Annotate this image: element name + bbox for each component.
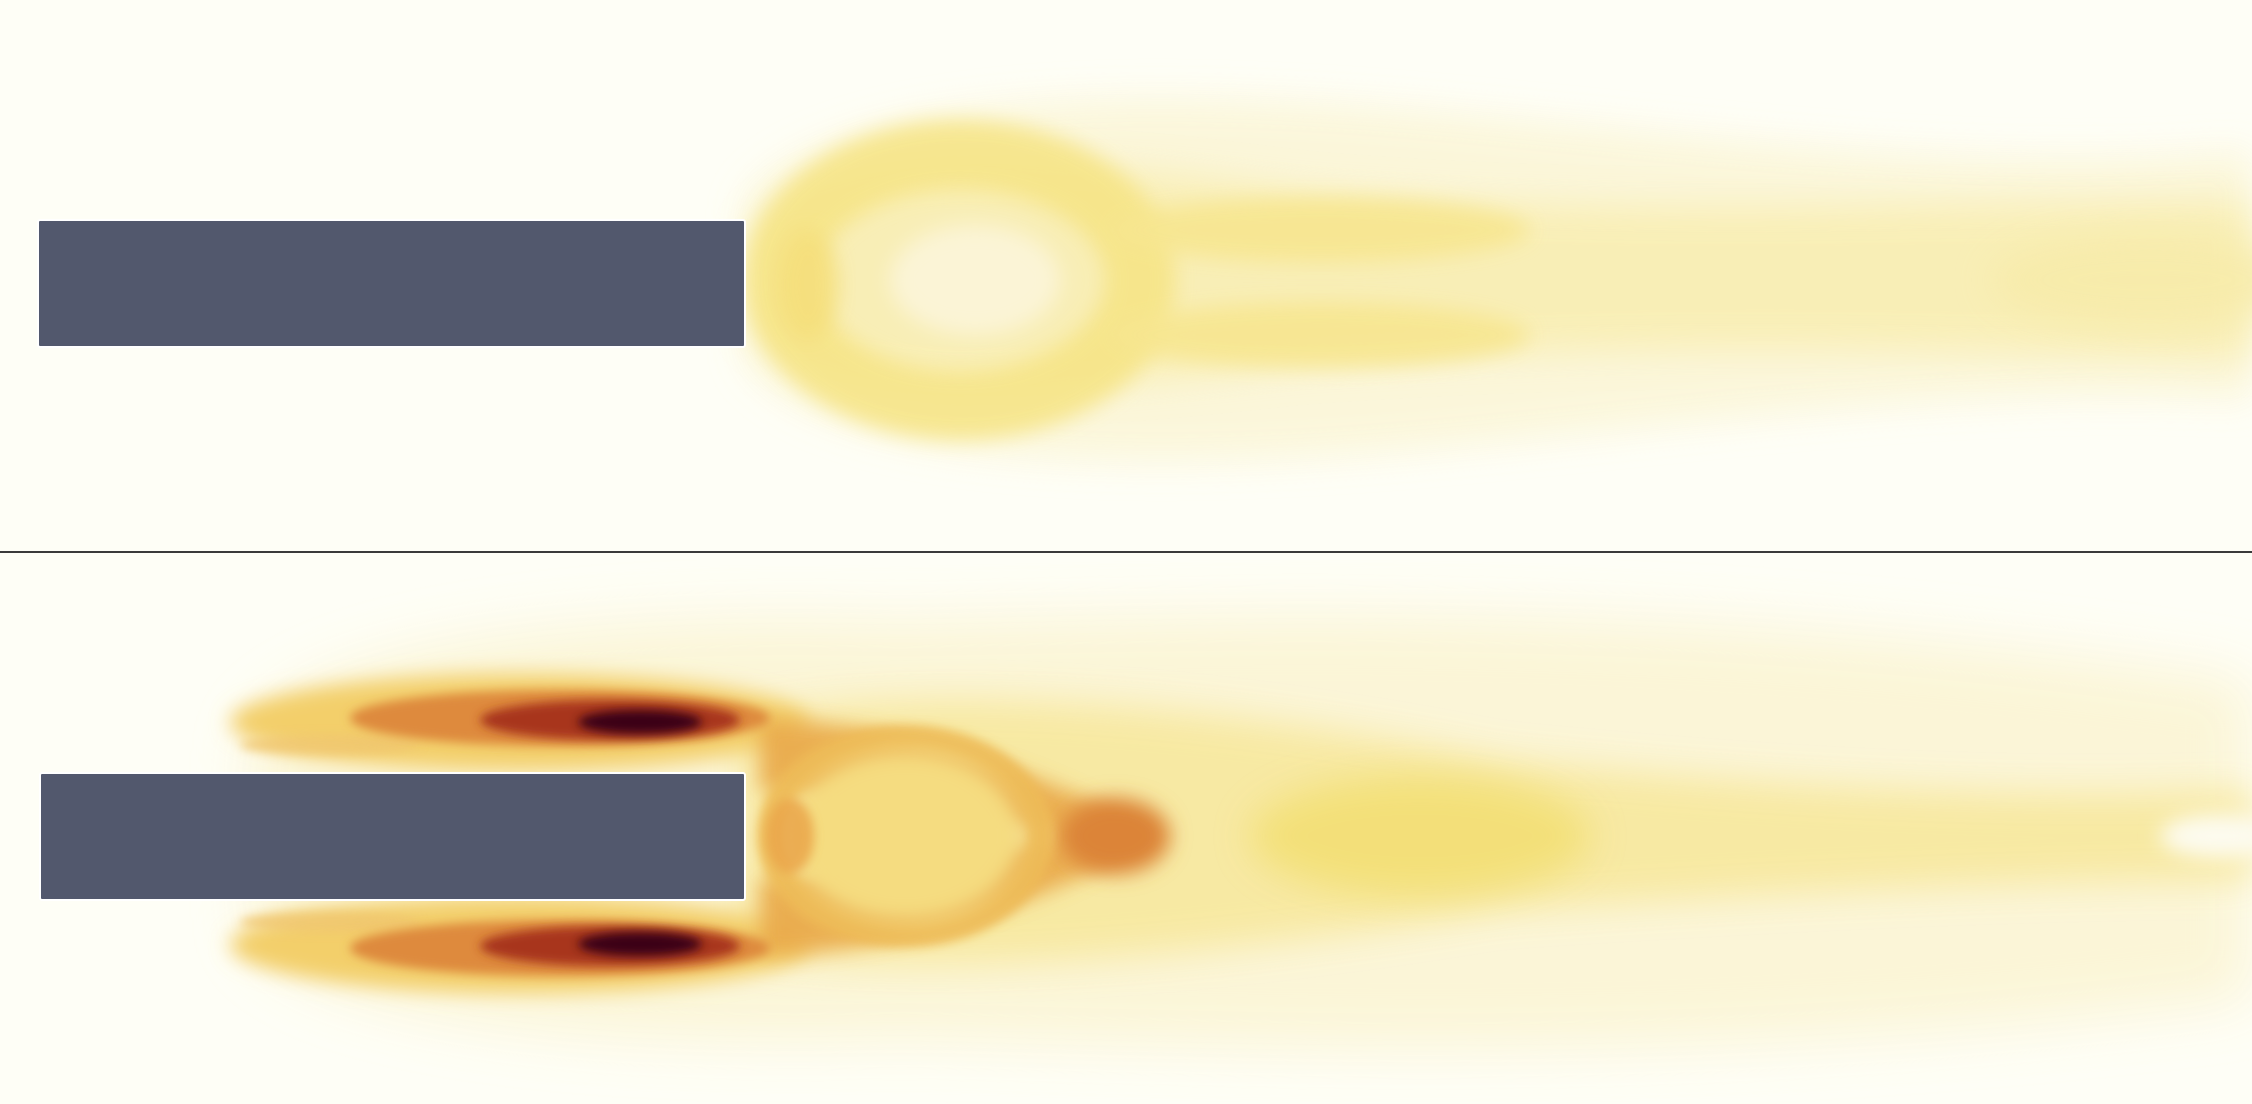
- top-nose: [778, 230, 838, 340]
- bottom-wall-curl: [766, 798, 814, 874]
- bottom-upper-arm-peak: [578, 710, 702, 734]
- bottom-downstream-core: [1250, 776, 1590, 896]
- bottom-lower-arm-tip: [240, 912, 420, 932]
- bottom-lower-arm-peak: [578, 932, 702, 956]
- bottom-obstacle: [39, 772, 746, 901]
- top-head-core: [890, 225, 1060, 335]
- top-obstacle: [37, 219, 746, 348]
- bottom-v-tip: [1060, 798, 1170, 874]
- panel-divider: [0, 551, 2252, 553]
- bottom-panel: [39, 613, 2252, 1051]
- bottom-ring-core: [790, 751, 1020, 921]
- top-upper-streak: [1110, 198, 1530, 262]
- bottom-upper-arm-tip: [240, 735, 420, 755]
- top-lower-streak: [1110, 303, 1530, 367]
- flow-field-figure: [0, 0, 2252, 1104]
